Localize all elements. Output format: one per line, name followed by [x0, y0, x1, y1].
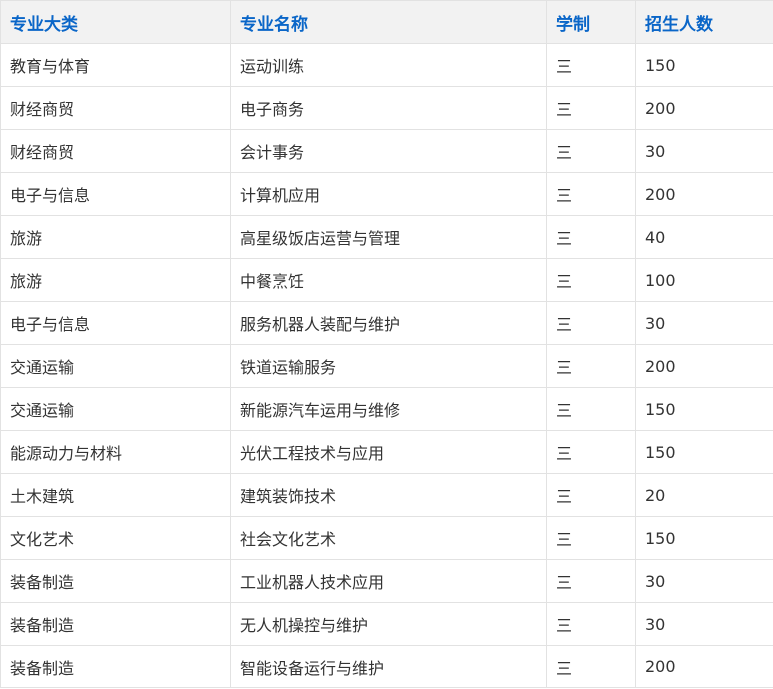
cell-major-name: 铁道运输服务: [230, 344, 547, 388]
cell-major-category: 装备制造: [0, 602, 231, 646]
cell-enrollment: 150: [635, 387, 773, 431]
cell-enrollment: 40: [635, 215, 773, 259]
cell-enrollment: 30: [635, 602, 773, 646]
cell-duration: 三: [546, 172, 636, 216]
table-row: 文化艺术 社会文化艺术 三 150: [0, 516, 773, 560]
cell-duration: 三: [546, 301, 636, 345]
cell-major-name: 工业机器人技术应用: [230, 559, 547, 603]
table-row: 装备制造 无人机操控与维护 三 30: [0, 602, 773, 646]
cell-major-category: 装备制造: [0, 645, 231, 688]
cell-enrollment: 30: [635, 129, 773, 173]
cell-duration: 三: [546, 344, 636, 388]
header-major-category: 专业大类: [0, 0, 231, 44]
table-row: 土木建筑 建筑装饰技术 三 20: [0, 473, 773, 517]
header-row: 专业大类 专业名称 学制 招生人数: [0, 0, 773, 44]
cell-enrollment: 100: [635, 258, 773, 302]
cell-major-name: 运动训练: [230, 43, 547, 87]
cell-enrollment: 150: [635, 430, 773, 474]
cell-duration: 三: [546, 387, 636, 431]
cell-major-name: 中餐烹饪: [230, 258, 547, 302]
table-row: 装备制造 工业机器人技术应用 三 30: [0, 559, 773, 603]
cell-major-category: 电子与信息: [0, 172, 231, 216]
cell-major-name: 无人机操控与维护: [230, 602, 547, 646]
cell-major-name: 光伏工程技术与应用: [230, 430, 547, 474]
table-row: 旅游 高星级饭店运营与管理 三 40: [0, 215, 773, 259]
cell-major-category: 土木建筑: [0, 473, 231, 517]
table-row: 旅游 中餐烹饪 三 100: [0, 258, 773, 302]
cell-enrollment: 200: [635, 645, 773, 688]
table-row: 交通运输 铁道运输服务 三 200: [0, 344, 773, 388]
cell-duration: 三: [546, 258, 636, 302]
cell-major-category: 财经商贸: [0, 86, 231, 130]
header-enrollment: 招生人数: [635, 0, 773, 44]
cell-enrollment: 20: [635, 473, 773, 517]
cell-major-name: 社会文化艺术: [230, 516, 547, 560]
cell-major-name: 新能源汽车运用与维修: [230, 387, 547, 431]
header-major-name: 专业名称: [230, 0, 547, 44]
header-duration: 学制: [546, 0, 636, 44]
table-row: 交通运输 新能源汽车运用与维修 三 150: [0, 387, 773, 431]
table-row: 能源动力与材料 光伏工程技术与应用 三 150: [0, 430, 773, 474]
cell-major-category: 旅游: [0, 215, 231, 259]
cell-major-category: 能源动力与材料: [0, 430, 231, 474]
cell-major-name: 服务机器人装配与维护: [230, 301, 547, 345]
table-row: 电子与信息 服务机器人装配与维护 三 30: [0, 301, 773, 345]
cell-major-category: 文化艺术: [0, 516, 231, 560]
cell-duration: 三: [546, 43, 636, 87]
cell-major-name: 计算机应用: [230, 172, 547, 216]
cell-duration: 三: [546, 129, 636, 173]
cell-major-category: 装备制造: [0, 559, 231, 603]
cell-enrollment: 150: [635, 43, 773, 87]
cell-enrollment: 30: [635, 301, 773, 345]
table-row: 财经商贸 会计事务 三 30: [0, 129, 773, 173]
cell-major-category: 旅游: [0, 258, 231, 302]
table-row: 财经商贸 电子商务 三 200: [0, 86, 773, 130]
cell-major-name: 建筑装饰技术: [230, 473, 547, 517]
cell-enrollment: 200: [635, 344, 773, 388]
cell-major-category: 交通运输: [0, 387, 231, 431]
cell-enrollment: 200: [635, 86, 773, 130]
cell-duration: 三: [546, 215, 636, 259]
cell-major-category: 交通运输: [0, 344, 231, 388]
table-row: 教育与体育 运动训练 三 150: [0, 43, 773, 87]
cell-duration: 三: [546, 473, 636, 517]
table-row: 电子与信息 计算机应用 三 200: [0, 172, 773, 216]
table-body: 教育与体育 运动训练 三 150 财经商贸 电子商务 三 200 财经商贸 会计…: [0, 43, 773, 688]
cell-duration: 三: [546, 602, 636, 646]
cell-major-name: 高星级饭店运营与管理: [230, 215, 547, 259]
cell-duration: 三: [546, 516, 636, 560]
cell-major-category: 财经商贸: [0, 129, 231, 173]
cell-major-category: 电子与信息: [0, 301, 231, 345]
cell-major-name: 智能设备运行与维护: [230, 645, 547, 688]
cell-duration: 三: [546, 645, 636, 688]
cell-duration: 三: [546, 430, 636, 474]
cell-major-name: 会计事务: [230, 129, 547, 173]
cell-enrollment: 200: [635, 172, 773, 216]
cell-major-category: 教育与体育: [0, 43, 231, 87]
cell-duration: 三: [546, 86, 636, 130]
enrollment-table: 专业大类 专业名称 学制 招生人数 教育与体育 运动训练 三 150 财经商贸 …: [0, 0, 773, 688]
table-row: 装备制造 智能设备运行与维护 三 200: [0, 645, 773, 688]
cell-enrollment: 30: [635, 559, 773, 603]
cell-major-name: 电子商务: [230, 86, 547, 130]
cell-enrollment: 150: [635, 516, 773, 560]
cell-duration: 三: [546, 559, 636, 603]
table-header: 专业大类 专业名称 学制 招生人数: [0, 0, 773, 44]
